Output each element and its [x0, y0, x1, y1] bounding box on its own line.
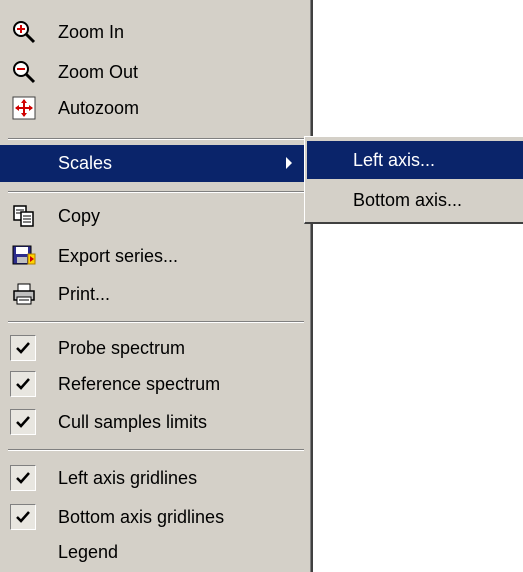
menu-item-reference-spectrum[interactable]: Reference spectrum: [0, 366, 311, 403]
legend-text: Legend: [58, 542, 119, 562]
menu-item-bottom-axis-gridlines[interactable]: Bottom axis gridlines: [0, 499, 311, 536]
menu-separator: [8, 321, 304, 323]
left-axis-gridlines-text: Left axis gridlines: [58, 468, 198, 488]
menu-item-label: Reference spectrum: [58, 373, 220, 395]
submenu-item-label: Left axis...: [353, 150, 436, 170]
menu-item-cull-samples-limits[interactable]: Cull samples limits: [0, 404, 311, 441]
zoom-in-text: Zoom In: [58, 22, 125, 42]
context-menu: Zoom In Zoom Out Autozoom Scales Copy Ex…: [0, 0, 313, 572]
submenu-item-left-axis[interactable]: Left axis...: [307, 141, 523, 179]
menu-item-zoom-in[interactable]: Zoom In: [0, 14, 311, 51]
menu-item-legend[interactable]: Legend: [0, 534, 311, 571]
menu-item-label: Legend: [58, 541, 118, 563]
checkmark-icon: [10, 465, 36, 491]
export-disk-icon: [12, 244, 36, 268]
menu-item-label: Probe spectrum: [58, 337, 185, 359]
menu-item-label: Export series...: [58, 245, 178, 267]
print-text: Print...: [58, 284, 111, 304]
menu-separator: [8, 191, 304, 193]
checkmark-icon: [10, 409, 36, 435]
export-series-text: Export series...: [58, 246, 179, 266]
copy-text: Copy: [58, 206, 101, 226]
menu-item-left-axis-gridlines[interactable]: Left axis gridlines: [0, 460, 311, 497]
submenu-item-bottom-axis[interactable]: Bottom axis...: [307, 181, 523, 219]
zoom-out-text: Zoom Out: [58, 62, 139, 82]
cull-samples-limits-text: Cull samples limits: [58, 412, 208, 432]
autozoom-text: Autozoom: [58, 98, 140, 118]
menu-item-label: Copy: [58, 205, 100, 227]
zoom-out-icon: [12, 60, 36, 84]
menu-item-label: Autozoom: [58, 97, 139, 119]
menu-item-label: Scales: [58, 152, 112, 174]
menu-item-label: Bottom axis gridlines: [58, 506, 224, 528]
probe-spectrum-text: Probe spectrum: [58, 338, 186, 358]
menu-item-label: Left axis gridlines: [58, 467, 197, 489]
menu-item-print[interactable]: Print...: [0, 276, 311, 313]
menu-item-probe-spectrum[interactable]: Probe spectrum: [0, 330, 311, 367]
menu-item-label: Zoom In: [58, 21, 124, 43]
menu-separator: [8, 449, 304, 451]
menu-separator: [8, 138, 304, 140]
scales-submenu: Left axis... Bottom axis...: [304, 136, 523, 224]
checkmark-icon: [10, 335, 36, 361]
copy-icon: [12, 204, 36, 228]
menu-item-label: Cull samples limits: [58, 411, 207, 433]
submenu-item-label: Bottom axis...: [353, 190, 463, 210]
zoom-in-icon: [12, 20, 36, 44]
reference-spectrum-text: Reference spectrum: [58, 374, 221, 394]
menu-item-zoom-out[interactable]: Zoom Out: [0, 54, 311, 91]
submenu-arrow-icon: [286, 157, 292, 169]
autozoom-icon: [12, 96, 36, 120]
printer-icon: [12, 282, 36, 306]
scales-text: Scales: [58, 153, 113, 173]
checkmark-icon: [10, 504, 36, 530]
menu-item-scales[interactable]: Scales: [0, 145, 311, 182]
menu-item-label: Zoom Out: [58, 61, 138, 83]
menu-item-label: Print...: [58, 283, 110, 305]
menu-item-export-series[interactable]: Export series...: [0, 238, 311, 275]
menu-item-copy[interactable]: Copy: [0, 198, 311, 235]
checkmark-icon: [10, 371, 36, 397]
bottom-axis-gridlines-text: Bottom axis gridlines: [58, 507, 225, 527]
menu-item-autozoom[interactable]: Autozoom: [0, 90, 311, 127]
